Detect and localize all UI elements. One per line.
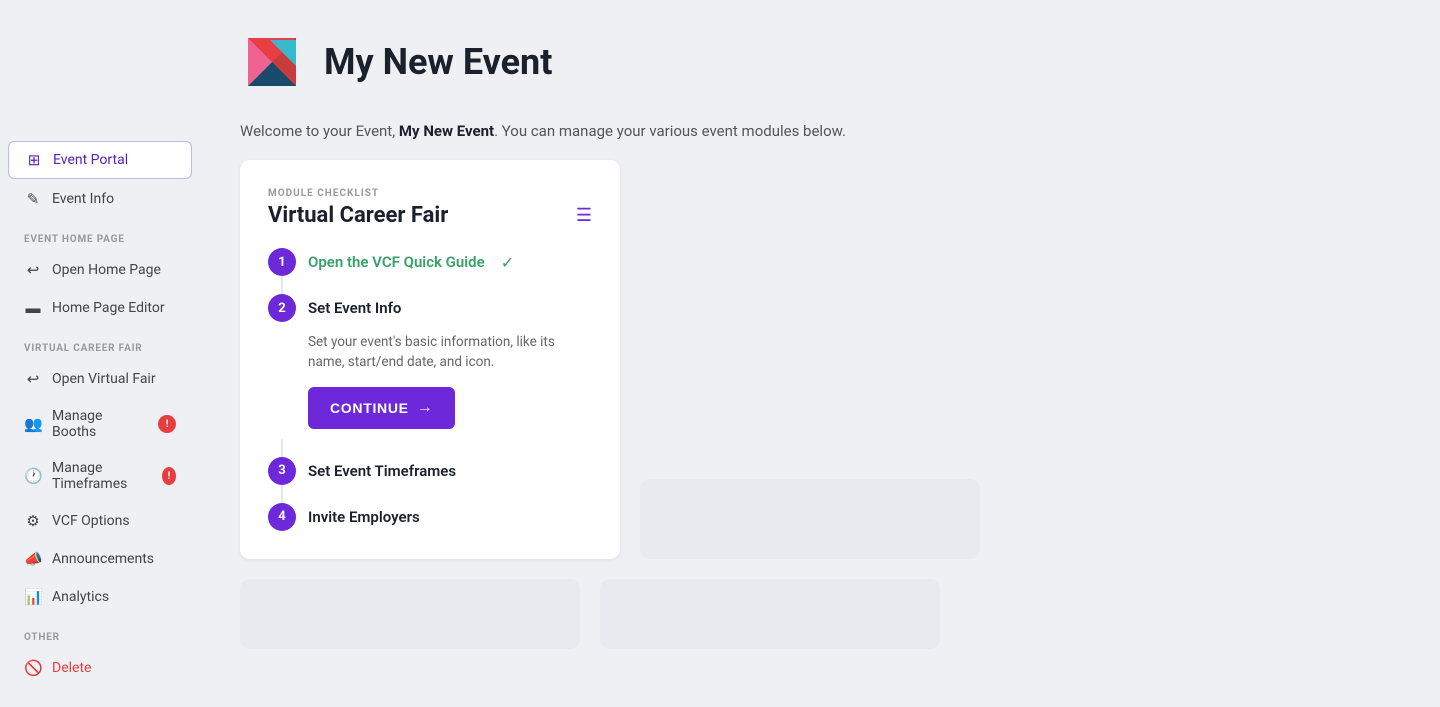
sidebar-item-event-portal[interactable]: ⊞ Event Portal <box>8 141 192 179</box>
sidebar-item-open-home-page[interactable]: ↩ Open Home Page <box>8 252 192 288</box>
bottom-card-2 <box>600 579 940 649</box>
sidebar-item-vcf-options[interactable]: ⚙ VCF Options <box>8 503 192 539</box>
sidebar: ⊞ Event Portal ✎ Event Info Event Home P… <box>0 0 200 707</box>
main-content: My New Event Welcome to your Event, My N… <box>200 0 1440 707</box>
card-title: Virtual Career Fair <box>268 203 448 228</box>
megaphone-icon: 📣 <box>24 550 42 568</box>
step-1-header: 1 Open the VCF Quick Guide ✓ <box>268 248 592 276</box>
analytics-icon: 📊 <box>24 588 42 606</box>
clock-icon: 🕐 <box>24 467 42 485</box>
step-4-number: 4 <box>268 503 296 531</box>
edit-icon: ✎ <box>24 190 42 208</box>
manage-booths-badge: ! <box>158 415 176 433</box>
checklist-card: MODULE CHECKLIST Virtual Career Fair ☰ 1… <box>240 160 620 559</box>
steps-list: 1 Open the VCF Quick Guide ✓ 2 Set Event… <box>268 248 592 531</box>
step-connector-3 <box>281 485 283 503</box>
cards-row: MODULE CHECKLIST Virtual Career Fair ☰ 1… <box>240 160 1400 559</box>
step-1-number: 1 <box>268 248 296 276</box>
event-title: My New Event <box>324 41 552 83</box>
step-4-header: 4 Invite Employers <box>268 503 592 531</box>
step-connector-2 <box>281 439 283 457</box>
sidebar-section-event-home-page: Event Home Page <box>0 218 200 251</box>
card-header-row: Virtual Career Fair ☰ <box>268 203 592 228</box>
step-2-body: Set your event's basic information, like… <box>268 322 592 439</box>
arrow-return-icon-2: ↩ <box>24 370 42 388</box>
bottom-cards-row <box>240 579 1400 649</box>
app-layout: ⊞ Event Portal ✎ Event Info Event Home P… <box>0 0 1440 707</box>
step-3-header: 3 Set Event Timeframes <box>268 457 592 485</box>
step-1-title: Open the VCF Quick Guide <box>308 253 485 271</box>
step-3: 3 Set Event Timeframes <box>268 457 592 503</box>
event-header: My New Event <box>240 30 1400 94</box>
step-2-number: 2 <box>268 294 296 322</box>
step-3-number: 3 <box>268 457 296 485</box>
page-icon: ▬ <box>24 299 42 317</box>
sidebar-item-open-virtual-fair[interactable]: ↩ Open Virtual Fair <box>8 361 192 397</box>
step-4: 4 Invite Employers <box>268 503 592 531</box>
step-2: 2 Set Event Info Set your event's basic … <box>268 294 592 457</box>
module-checklist-label: MODULE CHECKLIST <box>268 188 592 199</box>
sidebar-item-analytics[interactable]: 📊 Analytics <box>8 579 192 615</box>
event-logo <box>240 30 304 94</box>
sidebar-item-manage-booths[interactable]: 👥 Manage Booths ! <box>8 399 192 449</box>
step-1-check-icon: ✓ <box>501 253 514 272</box>
step-3-title: Set Event Timeframes <box>308 462 456 480</box>
continue-button[interactable]: CONTINUE → <box>308 387 455 429</box>
step-2-title: Set Event Info <box>308 299 401 317</box>
sidebar-section-other: Other <box>0 616 200 649</box>
bottom-card-1 <box>240 579 580 649</box>
step-1: 1 Open the VCF Quick Guide ✓ <box>268 248 592 294</box>
grid-icon: ⊞ <box>25 151 43 169</box>
manage-timeframes-badge: ! <box>162 467 176 485</box>
sidebar-section-vcf: Virtual Career Fair <box>0 327 200 360</box>
sidebar-item-announcements[interactable]: 📣 Announcements <box>8 541 192 577</box>
sidebar-item-delete[interactable]: 🚫 Delete <box>8 650 192 686</box>
continue-arrow-icon: → <box>417 399 434 417</box>
welcome-text: Welcome to your Event, My New Event. You… <box>240 122 1400 140</box>
booths-icon: 👥 <box>24 415 42 433</box>
delete-icon: 🚫 <box>24 659 42 677</box>
step-2-description: Set your event's basic information, like… <box>308 332 592 373</box>
step-2-header: 2 Set Event Info <box>268 294 592 322</box>
sidebar-item-event-info[interactable]: ✎ Event Info <box>8 181 192 217</box>
step-4-title: Invite Employers <box>308 508 420 526</box>
bottom-card-left <box>640 479 980 559</box>
step-connector-1 <box>281 276 283 294</box>
card-menu-icon[interactable]: ☰ <box>576 205 592 226</box>
arrow-return-icon: ↩ <box>24 261 42 279</box>
sidebar-item-manage-timeframes[interactable]: 🕐 Manage Timeframes ! <box>8 451 192 501</box>
sidebar-item-home-page-editor[interactable]: ▬ Home Page Editor <box>8 290 192 326</box>
gear-icon: ⚙ <box>24 512 42 530</box>
